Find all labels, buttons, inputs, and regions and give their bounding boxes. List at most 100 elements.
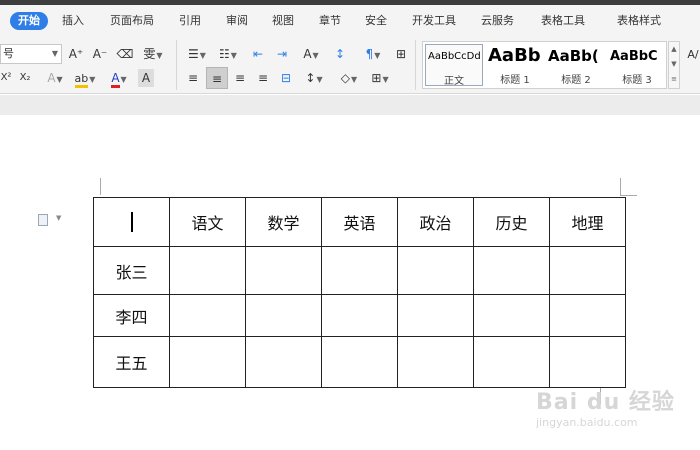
align-right-button[interactable]: ≡ bbox=[231, 69, 249, 87]
score-table: 语文 数学 英语 政治 历史 地理 张三 李四 王五 bbox=[93, 197, 626, 388]
ribbon-toolbar: 号 ▼ A⁺ A⁻ ⌫ 雯▼ X² X₂ A▼ ab▼ A▼ A ☰▼ ☷▼ ⇤… bbox=[0, 36, 700, 94]
style-heading-2[interactable]: AaBb( 标题 2 bbox=[546, 44, 606, 86]
table-header-cell[interactable]: 数学 bbox=[245, 197, 322, 247]
align-center-button[interactable]: ≡ bbox=[206, 67, 228, 89]
table-header-cell[interactable]: 政治 bbox=[397, 197, 474, 247]
tab-cloud-service[interactable]: 云服务 bbox=[481, 12, 514, 30]
table-cell[interactable] bbox=[473, 246, 550, 295]
table-cell[interactable] bbox=[321, 246, 398, 295]
margin-mark bbox=[100, 178, 101, 195]
chevron-down-icon[interactable]: ▼ bbox=[56, 214, 61, 222]
table-cell[interactable] bbox=[169, 336, 246, 388]
table-row: 张三 bbox=[93, 246, 626, 295]
chevron-down-icon: ▼ bbox=[120, 75, 127, 84]
style-gallery-scroll[interactable]: ▲ ▼ ≡ bbox=[668, 41, 680, 89]
highlight-color-button[interactable]: ab▼ bbox=[72, 69, 98, 88]
table-header-cell[interactable]: 语文 bbox=[169, 197, 246, 247]
table-cell[interactable] bbox=[473, 294, 550, 337]
table-cell[interactable] bbox=[245, 294, 322, 337]
text-effect-button[interactable]: A▼ bbox=[42, 69, 68, 87]
chevron-down-icon: ▼ bbox=[230, 51, 237, 60]
table-cell[interactable]: 张三 bbox=[93, 246, 170, 295]
ribbon-tab-bar: 开始 插入 页面布局 引用 审阅 视图 章节 安全 开发工具 云服务 表格工具 … bbox=[0, 5, 700, 36]
tab-table-tools[interactable]: 表格工具 bbox=[541, 12, 585, 30]
style-sample: AaBbCcDd bbox=[428, 51, 481, 62]
table-row: 李四 bbox=[93, 294, 626, 337]
table-header-cell[interactable]: 历史 bbox=[473, 197, 550, 247]
chinese-layout-button[interactable]: A▼ bbox=[298, 45, 324, 63]
chevron-down-icon: ▼ bbox=[156, 51, 163, 60]
justify-button[interactable]: ≡ bbox=[254, 69, 272, 87]
phonetic-guide-button[interactable]: 雯▼ bbox=[142, 45, 164, 63]
style-normal[interactable]: AaBbCcDd 正文 bbox=[425, 44, 483, 86]
tab-chapter[interactable]: 章节 bbox=[319, 12, 341, 30]
chevron-down-icon: ▼ bbox=[351, 75, 358, 84]
show-marks-button[interactable]: ¶▼ bbox=[360, 45, 386, 63]
table-cell[interactable] bbox=[169, 246, 246, 295]
superscript-button[interactable]: X² bbox=[0, 69, 14, 87]
tab-references[interactable]: 引用 bbox=[179, 12, 201, 30]
style-heading-1[interactable]: AaBb 标题 1 bbox=[486, 44, 544, 86]
style-name: 标题 1 bbox=[500, 75, 530, 86]
shading-button[interactable]: ◇▼ bbox=[336, 69, 362, 87]
line-spacing-button[interactable]: ↕▼ bbox=[301, 69, 327, 87]
subscript-button[interactable]: X₂ bbox=[16, 69, 34, 87]
tab-developer-tools[interactable]: 开发工具 bbox=[412, 12, 456, 30]
table-header-cell[interactable]: 英语 bbox=[321, 197, 398, 247]
table-cell[interactable] bbox=[245, 336, 322, 388]
table-cell[interactable] bbox=[397, 294, 474, 337]
table-cell[interactable] bbox=[549, 246, 626, 295]
chevron-down-icon: ▼ bbox=[374, 51, 381, 60]
chevron-down-icon: ▼ bbox=[199, 51, 206, 60]
tab-view[interactable]: 视图 bbox=[272, 12, 294, 30]
shrink-font-button[interactable]: A⁻ bbox=[91, 45, 109, 63]
table-cell[interactable]: 王五 bbox=[93, 336, 170, 388]
borders-icon: ⊞ bbox=[371, 71, 382, 85]
bullets-button[interactable]: ☰▼ bbox=[184, 45, 210, 63]
table-cell[interactable]: 李四 bbox=[93, 294, 170, 337]
watermark-logo: Bai du 经验 bbox=[536, 390, 675, 415]
watermark: Bai du 经验 jingyan.baidu.com bbox=[536, 380, 686, 440]
tab-security[interactable]: 安全 bbox=[365, 12, 387, 30]
table-cell[interactable] bbox=[397, 246, 474, 295]
tab-table-style[interactable]: 表格样式 bbox=[617, 12, 661, 30]
chevron-down-icon: ▼ bbox=[316, 75, 323, 84]
distribute-button[interactable]: ⊟ bbox=[277, 69, 295, 87]
margin-mark bbox=[620, 195, 637, 196]
grow-font-button[interactable]: A⁺ bbox=[67, 45, 85, 63]
text-border-button[interactable]: ⊞ bbox=[392, 45, 410, 63]
table-cell[interactable] bbox=[93, 197, 170, 247]
tab-home[interactable]: 开始 bbox=[10, 12, 48, 30]
table-header-row: 语文 数学 英语 政治 历史 地理 bbox=[93, 197, 626, 247]
decrease-indent-button[interactable]: ⇤ bbox=[249, 45, 267, 63]
style-gallery: AaBbCcDd 正文 AaBb 标题 1 AaBb( 标题 2 AaBbC 标… bbox=[422, 41, 667, 89]
increase-indent-button[interactable]: ⇥ bbox=[273, 45, 291, 63]
sort-button[interactable]: ↕ bbox=[331, 45, 349, 63]
table-header-cell[interactable]: 地理 bbox=[549, 197, 626, 247]
chevron-down-icon[interactable]: ▼ bbox=[669, 57, 679, 72]
font-color-button[interactable]: A▼ bbox=[106, 69, 132, 88]
new-style-button[interactable]: A/ bbox=[686, 46, 700, 64]
style-name: 标题 3 bbox=[622, 75, 652, 86]
clear-format-button[interactable]: ⌫ bbox=[116, 45, 134, 63]
highlight-icon: ab bbox=[74, 72, 89, 88]
more-icon[interactable]: ≡ bbox=[669, 72, 679, 87]
borders-button[interactable]: ⊞▼ bbox=[367, 69, 393, 87]
table-cell[interactable] bbox=[549, 294, 626, 337]
document-icon[interactable] bbox=[38, 214, 48, 226]
tab-review[interactable]: 审阅 bbox=[226, 12, 248, 30]
table-cell[interactable] bbox=[397, 336, 474, 388]
table-cell[interactable] bbox=[169, 294, 246, 337]
align-left-button[interactable]: ≡ bbox=[184, 69, 202, 87]
style-heading-3[interactable]: AaBbC 标题 3 bbox=[608, 44, 666, 86]
char-shading-button[interactable]: A bbox=[138, 69, 154, 87]
tab-page-layout[interactable]: 页面布局 bbox=[110, 12, 154, 30]
numbering-icon: ☷ bbox=[219, 47, 230, 61]
table-cell[interactable] bbox=[321, 294, 398, 337]
tab-insert[interactable]: 插入 bbox=[62, 12, 84, 30]
chevron-up-icon[interactable]: ▲ bbox=[669, 42, 679, 57]
font-size-select[interactable]: 号 ▼ bbox=[0, 44, 62, 64]
numbering-button[interactable]: ☷▼ bbox=[215, 45, 241, 63]
table-cell[interactable] bbox=[321, 336, 398, 388]
table-cell[interactable] bbox=[245, 246, 322, 295]
